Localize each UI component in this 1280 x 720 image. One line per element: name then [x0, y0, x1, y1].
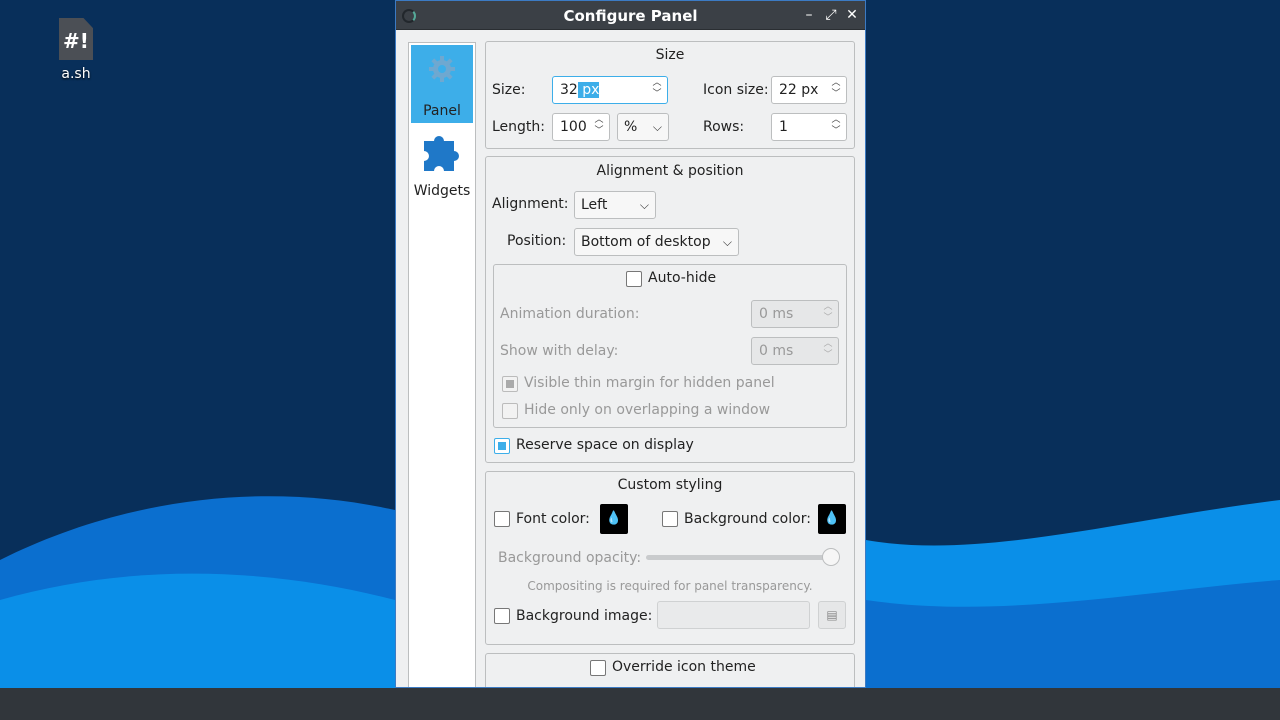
spin-arrows-icon[interactable]: ︿ ﹀ — [830, 115, 842, 139]
length-unit-combo[interactable]: % ⌵ — [617, 113, 669, 141]
browse-image-button[interactable]: ▤ — [818, 601, 846, 629]
sidebar-item-label: Widgets — [413, 183, 471, 199]
chevron-down-icon: ⌵ — [639, 198, 649, 212]
thin-margin-label: Visible thin margin for hidden panel — [524, 375, 775, 391]
spin-arrows-icon[interactable]: ︿ ﹀ — [651, 78, 663, 102]
folder-icon: ▤ — [826, 608, 838, 622]
position-label: Position: — [507, 233, 567, 249]
length-label: Length: — [492, 119, 546, 135]
droplet-icon: 💧 — [605, 511, 623, 526]
spin-arrows-icon[interactable]: ︿ ﹀ — [593, 115, 605, 139]
icon-size-label: Icon size: — [703, 82, 769, 98]
desktop-file-icon[interactable]: #! a.sh — [50, 18, 102, 82]
font-color-button[interactable]: 💧 — [600, 504, 628, 534]
override-icon-theme-checkbox[interactable] — [590, 660, 606, 676]
animation-duration-spinbox[interactable]: 0 ms ︿ ﹀ — [751, 300, 839, 328]
length-unit-value: % — [624, 119, 638, 135]
background-image-checkbox[interactable] — [494, 608, 510, 624]
opacity-slider-handle[interactable] — [822, 548, 840, 566]
script-file-icon: #! — [59, 18, 93, 60]
close-button[interactable]: ✕ — [843, 5, 861, 25]
length-spinbox[interactable]: 100 ︿ ﹀ — [552, 113, 610, 141]
sidebar: Panel Widgets — [408, 42, 476, 687]
alignment-group-title: Alignment & position — [596, 163, 744, 179]
taskbar — [0, 688, 1280, 720]
background-color-label: Background color: — [684, 511, 811, 527]
size-spinbox[interactable]: 32 px ︿ ﹀ — [552, 76, 668, 104]
reserve-space-label: Reserve space on display — [516, 437, 694, 453]
font-color-label: Font color: — [516, 511, 590, 527]
puzzle-icon — [424, 136, 459, 171]
size-value: 32 — [560, 82, 578, 98]
autohide-group: Auto-hide Animation duration: 0 ms ︿ ﹀ Sh… — [493, 264, 847, 428]
background-color-checkbox[interactable] — [662, 511, 678, 527]
size-group: Size Size: 32 px ︿ ﹀ Icon size: 22 px ︿ ﹀ … — [485, 41, 855, 149]
sidebar-item-label: Panel — [423, 103, 461, 119]
size-unit-selected: px — [577, 82, 600, 98]
animation-duration-value: 0 ms — [759, 306, 794, 322]
autohide-label: Auto-hide — [648, 270, 717, 286]
spin-arrows-icon[interactable]: ︿ ﹀ — [830, 78, 842, 102]
animation-duration-label: Animation duration: — [500, 306, 640, 322]
configure-panel-window: Configure Panel – ⤢ ✕ Panel Widgets Size… — [395, 0, 866, 688]
gear-icon — [429, 56, 455, 82]
minimize-button[interactable]: – — [800, 5, 818, 25]
length-value: 100 — [560, 119, 587, 135]
droplet-icon: 💧 — [823, 511, 841, 526]
icon-size-value: 22 px — [779, 82, 819, 98]
override-icon-theme-label: Override icon theme — [612, 659, 756, 675]
chevron-down-icon: ⌵ — [652, 120, 662, 134]
show-delay-value: 0 ms — [759, 343, 794, 359]
alignment-value: Left — [581, 197, 608, 213]
chevron-down-icon: ⌵ — [722, 235, 732, 249]
rows-spinbox[interactable]: 1 ︿ ﹀ — [771, 113, 847, 141]
sidebar-item-panel[interactable]: Panel — [411, 45, 473, 123]
spin-arrows-icon[interactable]: ︿ ﹀ — [822, 302, 834, 326]
custom-styling-group: Custom styling Font color: 💧 Background … — [485, 471, 855, 645]
reserve-space-checkbox[interactable] — [494, 438, 510, 454]
icon-size-spinbox[interactable]: 22 px ︿ ﹀ — [771, 76, 847, 104]
window-title: Configure Panel — [563, 7, 698, 25]
rows-value: 1 — [779, 119, 788, 135]
sidebar-item-widgets[interactable]: Widgets — [411, 125, 473, 203]
thin-margin-checkbox[interactable] — [502, 376, 518, 392]
show-delay-spinbox[interactable]: 0 ms ︿ ﹀ — [751, 337, 839, 365]
alignment-group: Alignment & position Alignment: Left ⌵ P… — [485, 156, 855, 463]
overlap-checkbox[interactable] — [502, 403, 518, 419]
custom-styling-title: Custom styling — [617, 477, 723, 493]
background-color-button[interactable]: 💧 — [818, 504, 846, 534]
background-opacity-label: Background opacity: — [498, 550, 642, 566]
position-combo[interactable]: Bottom of desktop ⌵ — [574, 228, 739, 256]
opacity-slider[interactable] — [646, 555, 840, 560]
rows-label: Rows: — [703, 119, 745, 135]
title-bar[interactable]: Configure Panel – ⤢ ✕ — [396, 1, 865, 30]
position-value: Bottom of desktop — [581, 234, 711, 250]
background-image-label: Background image: — [516, 608, 653, 624]
restore-button[interactable]: ⤢ — [822, 5, 840, 25]
size-label: Size: — [492, 82, 526, 98]
alignment-combo[interactable]: Left ⌵ — [574, 191, 656, 219]
desktop-file-name: a.sh — [61, 66, 91, 82]
icon-theme-group: Override icon theme — [485, 653, 855, 687]
autohide-checkbox[interactable] — [626, 271, 642, 287]
overlap-label: Hide only on overlapping a window — [524, 402, 771, 418]
background-image-path-input[interactable] — [657, 601, 810, 629]
font-color-checkbox[interactable] — [494, 511, 510, 527]
show-delay-label: Show with delay: — [500, 343, 619, 359]
alignment-label: Alignment: — [492, 196, 569, 212]
size-group-title: Size — [655, 47, 685, 63]
compositing-note: Compositing is required for panel transp… — [527, 579, 813, 593]
spin-arrows-icon[interactable]: ︿ ﹀ — [822, 339, 834, 363]
